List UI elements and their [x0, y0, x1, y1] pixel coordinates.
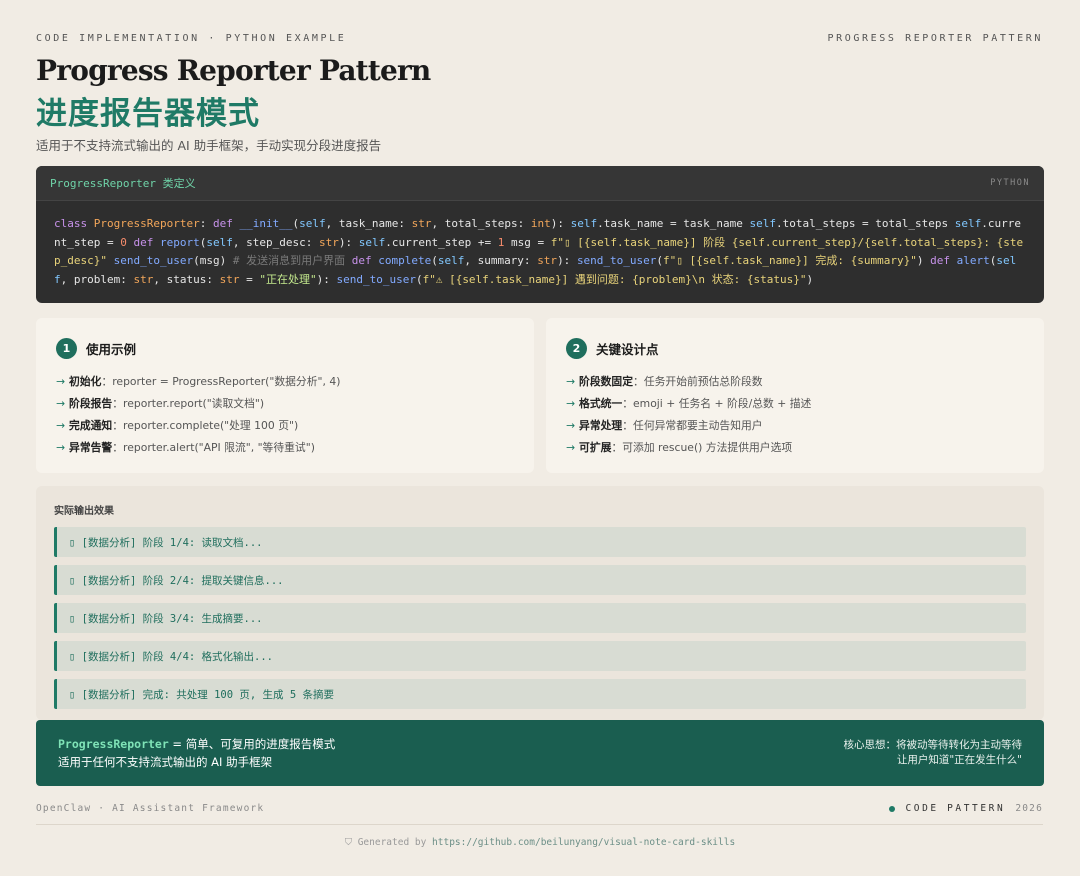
summary-line2: 适用于任何不支持流式输出的 AI 助手框架 — [58, 755, 273, 769]
page-title-en: Progress Reporter Pattern — [36, 54, 431, 87]
code-language: PYTHON — [990, 178, 1030, 188]
output-line: ▯ [数据分析] 阶段 4/4: 格式化输出... — [54, 641, 1026, 671]
usage-item: → 阶段报告：reporter.report("读取文档") — [56, 397, 265, 410]
top-bar: CODE IMPLEMENTATION · PYTHON EXAMPLE PRO… — [36, 33, 1043, 44]
output-title: 实际输出效果 — [54, 506, 114, 517]
summary-right: 核心思想：将被动等待转化为主动等待 让用户知道"正在发生什么" — [844, 738, 1023, 768]
code-body[interactable]: class ProgressReporter: def __init__(sel… — [36, 201, 1044, 289]
generated-link[interactable]: https://github.com/beilunyang/visual-not… — [432, 837, 735, 848]
dot-icon — [889, 805, 896, 812]
code-class-label: ProgressReporter 类定义 — [50, 177, 196, 190]
code-block: ProgressReporter 类定义 PYTHON class Progre… — [36, 166, 1044, 303]
design-number-badge: 2 — [566, 338, 587, 359]
footer-pattern: CODE PATTERN — [905, 803, 1006, 814]
usage-item: → 异常告警：reporter.alert("API 限流", "等待重试") — [56, 441, 315, 454]
footer-divider — [36, 824, 1043, 825]
design-card: 2 关键设计点 → 阶段数固定：任务开始前预估总阶段数 → 格式统一：emoji +… — [546, 318, 1044, 473]
summary-class: ProgressReporter — [58, 737, 169, 751]
design-item: → 阶段数固定：任务开始前预估总阶段数 — [566, 375, 763, 388]
usage-number-badge: 1 — [56, 338, 77, 359]
arrow-right-icon: → — [566, 419, 576, 432]
generated-by: ⛉ Generated by https://github.com/beilun… — [0, 837, 1080, 848]
usage-item: → 完成通知：reporter.complete("处理 100 页") — [56, 419, 299, 432]
output-line: ▯ [数据分析] 完成: 共处理 100 页, 生成 5 条摘要 — [54, 679, 1026, 709]
summary-line1: = 简单、可复用的进度报告模式 — [168, 737, 336, 751]
arrow-right-icon: → — [56, 375, 66, 388]
arrow-right-icon: → — [566, 397, 576, 410]
arrow-right-icon: → — [56, 441, 66, 454]
pattern-tag: PROGRESS REPORTER PATTERN — [827, 33, 1043, 44]
footer: OpenClaw · AI Assistant Framework CODE P… — [36, 803, 1043, 814]
arrow-right-icon: → — [56, 397, 66, 410]
arrow-right-icon: → — [566, 441, 576, 454]
summary-band: ProgressReporter = 简单、可复用的进度报告模式 适用于任何不支… — [36, 720, 1044, 786]
output-line: ▯ [数据分析] 阶段 2/4: 提取关键信息... — [54, 565, 1026, 595]
github-icon: ⛉ — [344, 837, 352, 848]
arrow-right-icon: → — [566, 375, 576, 388]
core-idea-line1: 核心思想：将被动等待转化为主动等待 — [843, 739, 1023, 751]
summary-left: ProgressReporter = 简单、可复用的进度报告模式 适用于任何不支… — [58, 735, 335, 771]
usage-title: 使用示例 — [86, 342, 137, 357]
footer-year: 2026 — [1015, 803, 1043, 814]
core-idea-line2: 让用户知道"正在发生什么" — [896, 754, 1022, 766]
design-item: → 可扩展：可添加 rescue() 方法提供用户选项 — [566, 441, 793, 454]
usage-card: 1 使用示例 → 初始化：reporter = ProgressReporter(… — [36, 318, 534, 473]
footer-brand: OpenClaw · AI Assistant Framework — [36, 803, 265, 814]
output-line: ▯ [数据分析] 阶段 3/4: 生成摘要... — [54, 603, 1026, 633]
output-panel: 实际输出效果 ▯ [数据分析] 阶段 1/4: 读取文档... ▯ [数据分析]… — [36, 486, 1044, 720]
page-subtitle: 适用于不支持流式输出的 AI 助手框架，手动实现分段进度报告 — [36, 138, 382, 153]
page-title-zh: 进度报告器模式 — [36, 96, 260, 132]
kicker-text: CODE IMPLEMENTATION · PYTHON EXAMPLE — [36, 33, 347, 44]
design-item: → 异常处理：任何异常都要主动告知用户 — [566, 419, 763, 432]
output-line: ▯ [数据分析] 阶段 1/4: 读取文档... — [54, 527, 1026, 557]
generated-prefix: Generated by — [357, 837, 433, 848]
design-title: 关键设计点 — [596, 342, 659, 357]
usage-item: → 初始化：reporter = ProgressReporter("数据分析",… — [56, 375, 341, 388]
design-item: → 格式统一：emoji + 任务名 + 阶段/总数 + 描述 — [566, 397, 812, 410]
arrow-right-icon: → — [56, 419, 66, 432]
code-header: ProgressReporter 类定义 PYTHON — [36, 166, 1044, 201]
